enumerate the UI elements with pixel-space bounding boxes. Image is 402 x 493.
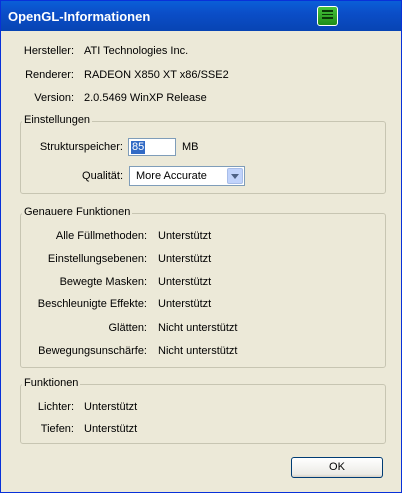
chevron-down-icon[interactable] — [227, 168, 243, 184]
texture-memory-unit: MB — [182, 141, 199, 153]
feature-label: Glätten: — [108, 322, 147, 334]
title-bar[interactable]: OpenGL-Informationen — [1, 1, 401, 31]
vendor-value: ATI Technologies Inc. — [84, 45, 189, 57]
advanced-legend: Genauere Funktionen — [22, 206, 133, 218]
function-label: Tiefen: — [40, 423, 74, 435]
feature-value: Unterstützt — [158, 230, 212, 242]
feature-value: Unterstützt — [158, 253, 212, 265]
quality-label: Qualität: — [82, 170, 123, 182]
function-value: Unterstützt — [84, 401, 138, 413]
quality-select-value: More Accurate — [136, 170, 207, 182]
feature-label: Beschleunigte Effekte: — [37, 298, 147, 310]
feature-label: Bewegungsunschärfe: — [38, 345, 147, 357]
function-label: Lichter: — [37, 401, 74, 413]
texture-memory-input[interactable]: 85 — [128, 138, 176, 156]
window-title: OpenGL-Informationen — [8, 9, 151, 24]
vendor-label: Hersteller: — [23, 45, 74, 57]
function-value: Unterstützt — [84, 423, 138, 435]
feature-value: Nicht unterstützt — [158, 322, 238, 334]
feature-label: Bewegte Masken: — [59, 276, 147, 288]
feature-label: Einstellungsebenen: — [47, 253, 147, 265]
functions-group — [20, 384, 386, 444]
opengl-info-dialog: OpenGL-Informationen Hersteller: ATI Tec… — [0, 0, 402, 493]
ok-button[interactable]: OK — [291, 457, 383, 478]
feature-value: Unterstützt — [158, 276, 212, 288]
feature-value: Nicht unterstützt — [158, 345, 238, 357]
list-icon — [322, 10, 333, 19]
feature-value: Unterstützt — [158, 298, 212, 310]
renderer-label: Renderer: — [25, 69, 74, 81]
version-value: 2.0.5469 WinXP Release — [84, 92, 207, 104]
functions-legend: Funktionen — [22, 377, 81, 389]
feature-label: Alle Füllmethoden: — [55, 230, 147, 242]
settings-legend: Einstellungen — [22, 114, 93, 126]
quality-select[interactable]: More Accurate — [129, 166, 245, 186]
texture-memory-value: 85 — [131, 141, 146, 154]
version-label: Version: — [34, 92, 74, 104]
renderer-value: RADEON X850 XT x86/SSE2 — [84, 69, 229, 81]
texture-memory-label: Strukturspeicher: — [39, 141, 123, 153]
window-menu-button[interactable] — [317, 6, 338, 26]
